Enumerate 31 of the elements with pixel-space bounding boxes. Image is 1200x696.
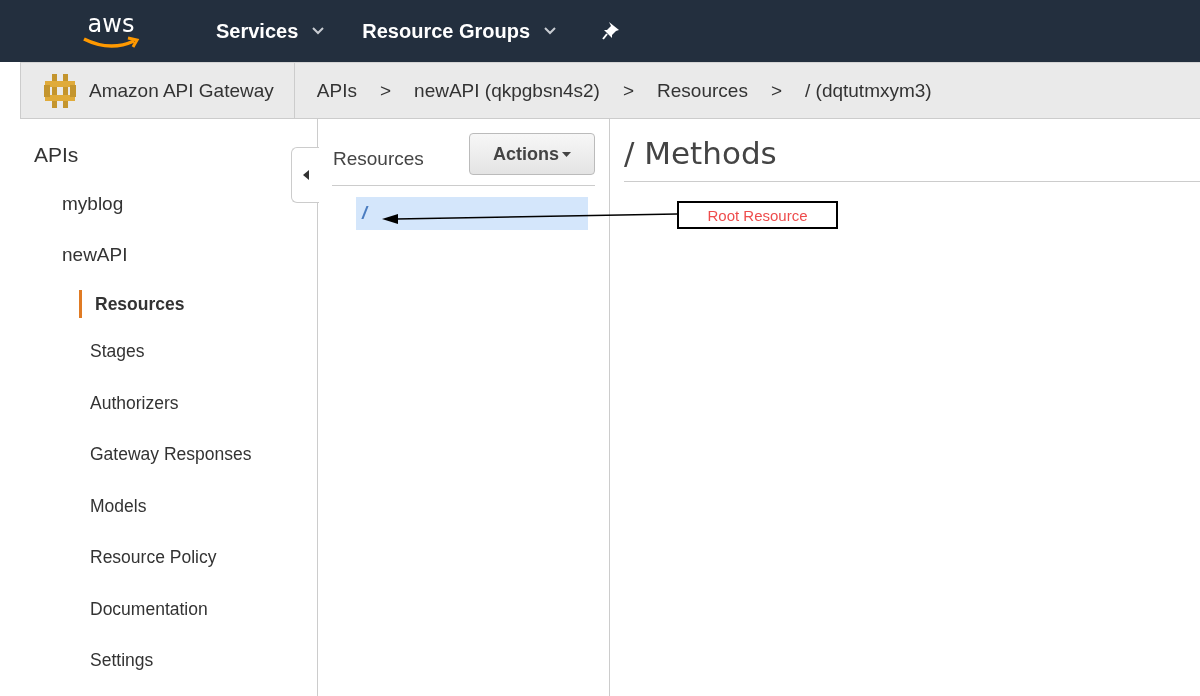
smile-arrow-icon [82, 35, 140, 50]
sidebar-subitem[interactable]: Gateway Responses [90, 444, 252, 496]
annotation-callout: Root Resource [677, 201, 838, 229]
breadcrumb-separator: > [622, 79, 635, 102]
sidebar-subitem[interactable]: Settings [90, 650, 154, 696]
logo-text: aws [87, 12, 135, 35]
sidebar-subitem[interactable]: Resource Policy [90, 547, 217, 599]
methods-heading: / Methods [624, 135, 1200, 182]
sidebar-item[interactable]: myblog [62, 193, 124, 244]
sidebar-subitem[interactable]: Models [90, 495, 147, 547]
aws-logo[interactable]: aws [80, 8, 142, 54]
breadcrumb-link[interactable]: / (dqtutmxym3) [805, 79, 932, 102]
sidebar-subitem[interactable]: Stages [90, 341, 145, 393]
sidebar-subitem[interactable]: Documentation [90, 598, 208, 650]
breadcrumb-separator: > [770, 79, 782, 102]
breadcrumb-link[interactable]: APIs [316, 79, 357, 102]
breadcrumb-link[interactable]: Resources [657, 79, 748, 102]
sidebar-subitem[interactable]: Resources [79, 290, 185, 318]
caret-left-icon [302, 170, 309, 180]
pin-icon[interactable] [602, 21, 621, 41]
breadcrumb-separator: > [379, 79, 392, 102]
gateway-logo-icon [43, 72, 77, 109]
nav-menu-button[interactable]: Services [216, 19, 325, 43]
nav-menu-button[interactable]: Resource Groups [362, 19, 557, 43]
service-name[interactable]: Amazon API Gateway [89, 79, 274, 102]
actions-button[interactable]: Actions [469, 133, 595, 175]
caret-down-icon [562, 151, 571, 157]
breadcrumb-link[interactable]: newAPI (qkpgbsn4s2) [414, 79, 600, 102]
sidebar-title[interactable]: APIs [34, 143, 79, 167]
panel-title: Resources [333, 148, 424, 170]
sidebar-subitem[interactable]: Authorizers [90, 392, 179, 444]
